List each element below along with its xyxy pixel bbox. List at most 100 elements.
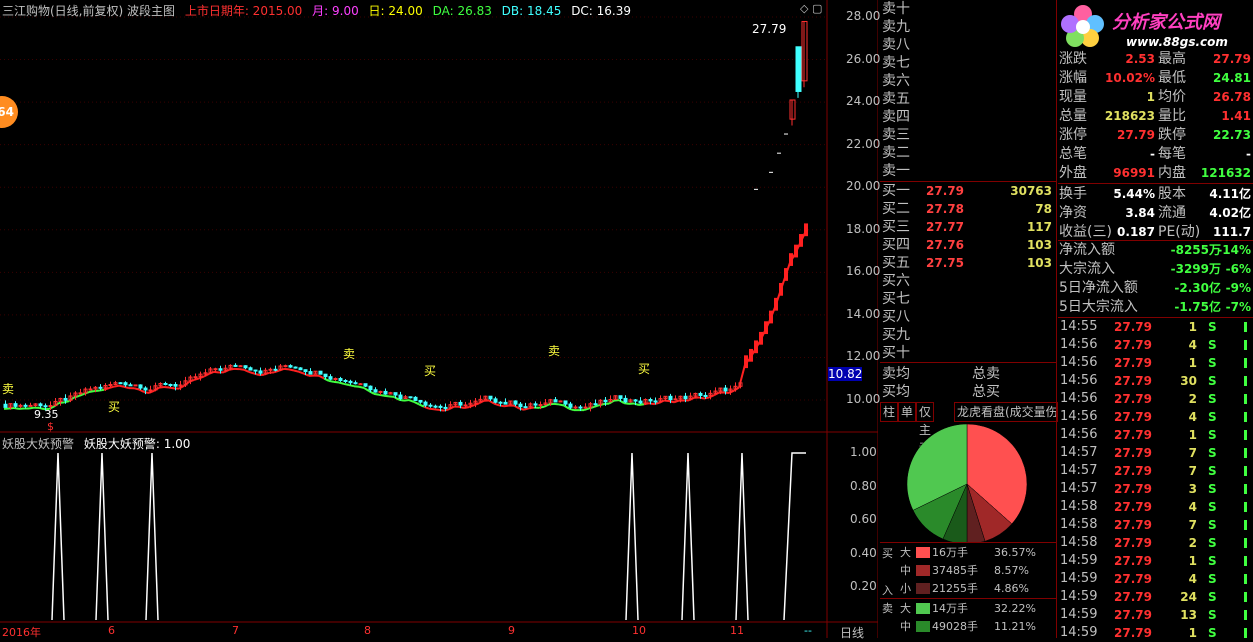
tick-price: 27.79 [1114,462,1152,480]
tick-row[interactable]: 14:5627.792S [1058,390,1253,408]
stat-key: 外盘 [1059,164,1087,183]
candle [329,374,332,380]
tick-row[interactable]: 14:5727.797S [1058,462,1253,480]
candle [389,392,392,394]
candle [624,395,627,403]
tick-row[interactable]: 14:5927.7924S [1058,588,1253,606]
trend-line [614,400,619,401]
candle [359,383,362,385]
candle [289,364,292,368]
buy-level-price: 27.75 [926,254,964,272]
tick-side: S [1208,444,1217,462]
candle [509,401,512,405]
stat-value: 27.79 [1213,50,1251,69]
trend-line [124,387,129,388]
trend-line [384,396,389,397]
stat-value: 96991 [1113,164,1155,183]
price-tick-label: 18.00 [846,222,880,236]
tick-row[interactable]: 14:5827.792S [1058,534,1253,552]
candle [374,387,377,393]
stat-value: 26.78 [1213,88,1251,107]
dc-label: DC: 16.39 [571,4,631,18]
tab-single[interactable]: 单 [898,402,916,422]
stat-row: 现量1均价26.78 [1058,88,1253,107]
price-tick-label: 12.00 [846,349,880,363]
tick-side: S [1208,336,1217,354]
tick-row[interactable]: 14:5627.794S [1058,408,1253,426]
tick-volume: 7 [1189,462,1197,480]
window-controls-icon[interactable]: ◇ ▢ [800,2,824,14]
tab-bar[interactable]: 柱 [880,402,898,422]
tick-time: 14:58 [1060,498,1097,516]
candle [574,405,577,409]
tick-price: 27.79 [1114,372,1152,390]
buy-level-row: 买四27.76103 [880,236,1056,254]
tick-price: 27.79 [1114,606,1152,624]
tick-bar-icon [1244,610,1247,620]
tick-row[interactable]: 14:5527.791S [1058,318,1253,336]
candle [449,401,452,408]
tick-row[interactable]: 14:5927.794S [1058,570,1253,588]
tick-row[interactable]: 14:5627.791S [1058,354,1253,372]
trend-line [159,387,164,388]
tick-row[interactable]: 14:5927.791S [1058,552,1253,570]
stat-key: 涨停 [1059,126,1087,145]
tab-dragon-tiger[interactable]: 龙虎看盘(成交量伤 [954,402,1058,422]
stat-key: 跌停 [1158,126,1186,145]
stat-value: 4.11亿 [1209,185,1251,204]
trend-line [539,407,544,408]
candle [479,395,482,401]
tick-volume: 1 [1189,426,1197,444]
trend-line [569,409,574,410]
buy-level-label: 买五 [882,254,910,272]
candle [114,381,117,385]
tick-row[interactable]: 14:5727.793S [1058,480,1253,498]
tick-row[interactable]: 14:5827.797S [1058,516,1253,534]
tick-row[interactable]: 14:5627.7930S [1058,372,1253,390]
trend-line [674,401,679,403]
tick-row[interactable]: 14:5727.797S [1058,444,1253,462]
flow-row: 大14万手32.22% [880,600,1056,618]
candle [164,382,167,386]
alert-spike [626,453,638,620]
tick-price: 27.79 [1114,390,1152,408]
flow-amount: 16万手 [932,544,968,562]
tick-row[interactable]: 14:5927.791S [1058,624,1253,642]
trend-line [274,371,279,373]
tick-row[interactable]: 14:5627.791S [1058,426,1253,444]
tick-row[interactable]: 14:5827.794S [1058,498,1253,516]
trend-line [394,397,399,400]
sell-level-row: 卖六 [880,72,1056,90]
time-tick-label: 9 [508,624,515,637]
buy-level-label: 买二 [882,200,910,218]
money-flow-value: -1.75亿 [1174,298,1221,317]
trend-line [319,376,324,379]
candle [299,367,302,370]
stat-key: 最低 [1158,69,1186,88]
stat-key: 换手 [1059,185,1087,204]
money-flow-value: -2.30亿 [1174,279,1221,298]
tab-active-only[interactable]: 仅主动 [916,402,934,422]
period-label[interactable]: 日线 [840,624,864,641]
flow-row: 中49028手11.21% [880,618,1056,636]
candle [614,395,617,399]
tick-time: 14:59 [1060,588,1097,606]
indicator-chart[interactable] [0,432,827,622]
trend-line [444,409,449,410]
tick-row[interactable]: 14:5627.794S [1058,336,1253,354]
candle [69,393,72,403]
candle [659,395,662,401]
alert-spike [52,453,64,620]
candle [224,365,227,372]
money-flow-value: -3299万 [1171,260,1221,279]
candle [559,401,562,402]
tick-time: 14:56 [1060,426,1097,444]
buy-level-volume: 78 [1035,200,1052,218]
sell-avg-label: 卖均 [882,363,910,383]
buy-level-row: 买一27.7930763 [880,182,1056,200]
alert-spike [784,453,806,620]
stat-value: 1.41 [1221,107,1251,126]
trend-line [529,407,534,408]
buy-level-price: 27.77 [926,218,964,236]
tick-row[interactable]: 14:5927.7913S [1058,606,1253,624]
